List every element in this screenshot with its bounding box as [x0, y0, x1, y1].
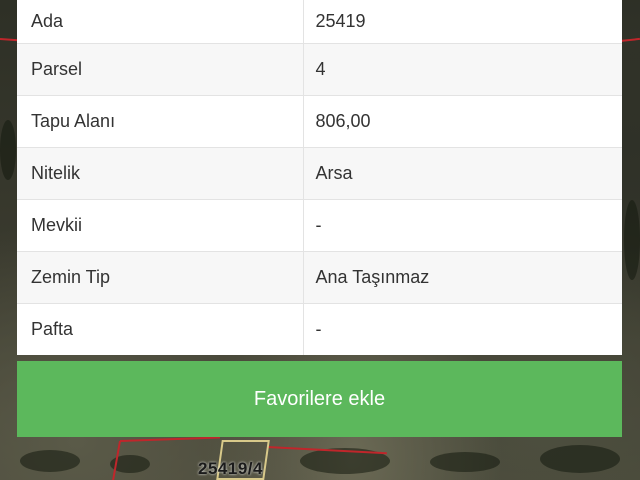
row-label-parsel: Parsel — [17, 43, 304, 96]
row-value-ada: 25419 — [303, 0, 622, 44]
table-row: Tapu Alanı 806,00 — [17, 95, 622, 148]
table-row: Zemin Tip Ana Taşınmaz — [17, 251, 622, 304]
add-to-favorites-button[interactable]: Favorilere ekle — [17, 361, 622, 437]
table-row: Nitelik Arsa — [17, 147, 622, 200]
map-vegetation — [430, 452, 500, 472]
property-info-table: Ada 25419 Parsel 4 Tapu Alanı 806,00 Nit… — [17, 0, 622, 355]
table-row: Pafta - — [17, 303, 622, 355]
table-row: Ada 25419 — [17, 0, 622, 44]
map-vegetation — [0, 120, 16, 180]
map-vegetation — [624, 200, 640, 280]
table-row: Mevkii - — [17, 199, 622, 252]
row-label-pafta: Pafta — [17, 303, 304, 355]
row-value-nitelik: Arsa — [303, 147, 622, 200]
row-label-mevkii: Mevkii — [17, 199, 304, 252]
map-vegetation — [20, 450, 80, 472]
row-label-nitelik: Nitelik — [17, 147, 304, 200]
row-value-tapu-alani: 806,00 — [303, 95, 622, 148]
row-value-mevkii: - — [303, 199, 622, 252]
row-label-zemin-tip: Zemin Tip — [17, 251, 304, 304]
parcel-boundary-line — [619, 37, 640, 42]
parcel-boundary-line — [119, 436, 220, 442]
property-info-panel: Ada 25419 Parsel 4 Tapu Alanı 806,00 Nit… — [17, 0, 622, 355]
map-vegetation — [540, 445, 620, 473]
parcel-number-label: 25419/4 — [198, 459, 263, 478]
table-row: Parsel 4 — [17, 43, 622, 96]
row-value-pafta: - — [315, 318, 322, 339]
row-label-tapu-alani: Tapu Alanı — [17, 95, 304, 148]
row-value-parsel: 4 — [303, 43, 622, 96]
row-label-ada: Ada — [17, 0, 304, 44]
row-value-zemin-tip: Ana Taşınmaz — [303, 251, 622, 304]
